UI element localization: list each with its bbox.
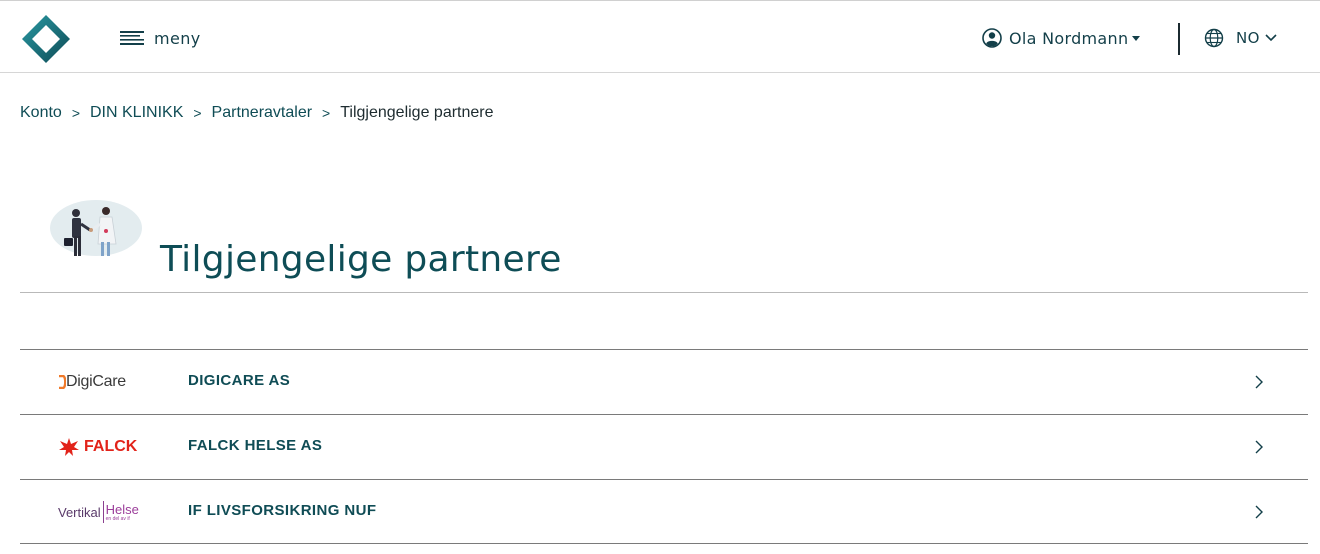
partner-name: FALCK HELSE AS [188, 437, 323, 454]
helse-logo-text: Helse [105, 501, 139, 517]
vertikal-helse-logo: Vertikal Helse en del av if [58, 480, 142, 544]
falck-leaf-icon [59, 438, 79, 456]
partner-list: DigiCare DIGICARE AS FALCK FALCK HELSE A… [20, 349, 1308, 544]
chevron-right-icon [1255, 375, 1263, 389]
partner-name: IF LIVSFORSIKRING NUF [188, 502, 377, 519]
top-navigation-bar: meny Ola Nordmann NO [0, 0, 1320, 73]
digicare-logo: DigiCare [58, 350, 142, 414]
handshake-illustration [50, 200, 142, 256]
menu-button[interactable]: meny [120, 25, 201, 51]
breadcrumb-item-din-klinikk[interactable]: DIN KLINIKK [90, 104, 183, 122]
partner-row-falck[interactable]: FALCK FALCK HELSE AS [20, 414, 1308, 479]
language-label: NO [1236, 29, 1260, 47]
chevron-right-icon [1255, 505, 1263, 519]
breadcrumb-separator: > [193, 105, 202, 121]
chevron-down-icon [1265, 34, 1277, 42]
breadcrumb-separator: > [71, 105, 80, 121]
falck-logo-text: FALCK [84, 438, 138, 455]
globe-icon [1204, 28, 1224, 48]
user-circle-icon [982, 28, 1002, 48]
title-divider [20, 292, 1308, 293]
vertikal-logo-text: Vertikal [58, 504, 101, 520]
breadcrumb: Konto > DIN KLINIKK > Partneravtaler > T… [20, 102, 494, 124]
header-divider [1178, 23, 1180, 55]
menu-label: meny [154, 28, 201, 48]
breadcrumb-item-partneravtaler[interactable]: Partneravtaler [212, 104, 313, 122]
breadcrumb-item-current: Tilgjengelige partnere [340, 104, 494, 121]
breadcrumb-separator: > [322, 105, 331, 121]
digicare-logo-text: DigiCare [66, 373, 126, 390]
user-name: Ola Nordmann [1009, 28, 1129, 48]
hamburger-icon [120, 31, 144, 45]
chevron-right-icon [1255, 440, 1263, 454]
app-logo[interactable] [20, 13, 72, 65]
page-title: Tilgjengelige partnere [160, 239, 562, 280]
partner-row-digicare[interactable]: DigiCare DIGICARE AS [20, 349, 1308, 414]
partner-row-if-livsforsikring[interactable]: Vertikal Helse en del av if IF LIVSFORSI… [20, 479, 1308, 544]
digicare-mark-icon [59, 375, 66, 389]
vertikal-logo-divider [102, 501, 104, 523]
caret-down-icon [1132, 35, 1141, 41]
partner-name: DIGICARE AS [188, 372, 291, 389]
vertikal-logo-subtext: en del av if [105, 515, 130, 522]
breadcrumb-item-konto[interactable]: Konto [20, 104, 62, 122]
falck-logo: FALCK [58, 415, 142, 479]
vertikal-logo-right: Helse en del av if [106, 503, 139, 522]
language-selector[interactable]: NO [1204, 25, 1277, 51]
user-menu-button[interactable]: Ola Nordmann [982, 25, 1141, 51]
